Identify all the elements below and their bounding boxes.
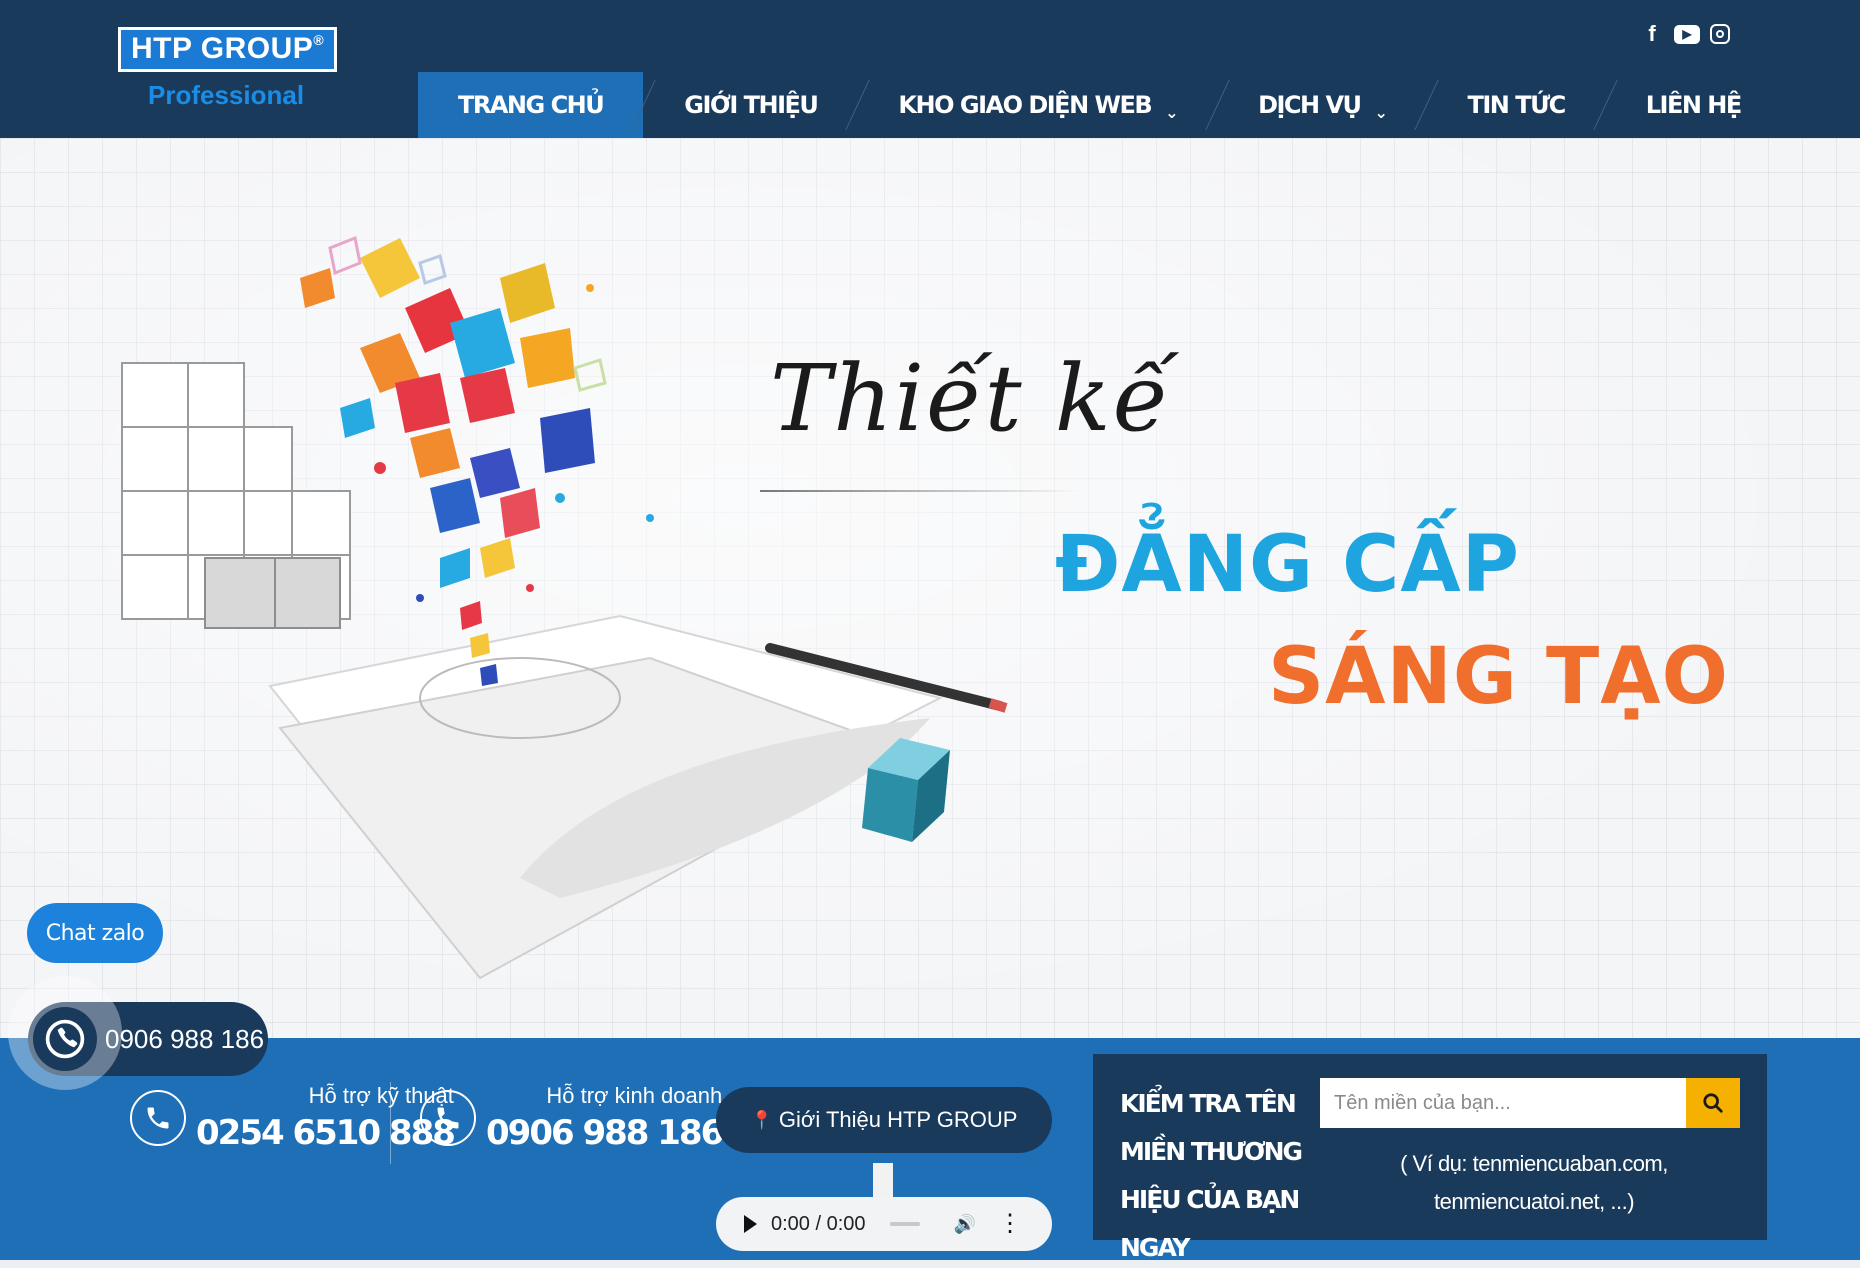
- nav-item-home[interactable]: TRANG CHỦ: [418, 72, 644, 138]
- nav-item-about[interactable]: GIỚI THIỆU: [644, 72, 857, 138]
- search-icon: [1703, 1093, 1723, 1113]
- hero-illustration: [121, 235, 1008, 980]
- youtube-icon[interactable]: ▶: [1674, 24, 1700, 44]
- site-header: HTP GROUP® Professional f ▶ TRANG CHỦ GI…: [0, 0, 1860, 138]
- hero-script-text: Thiết kế: [770, 345, 1172, 452]
- audio-player: 0:00 / 0:00 🔊 ⋮: [716, 1197, 1052, 1251]
- intro-label: Giới Thiệu HTP GROUP: [778, 1107, 1018, 1132]
- support-number[interactable]: 0906 988 186: [486, 1113, 724, 1153]
- chat-zalo-button[interactable]: Chat zalo: [27, 903, 163, 963]
- support-label: Hỗ trợ kỹ thuật: [308, 1083, 454, 1108]
- audio-time: 0:00 / 0:00: [771, 1212, 866, 1235]
- support-number[interactable]: 0254 6510 888: [196, 1113, 456, 1153]
- hero-line2: SÁNG TẠO: [1268, 632, 1729, 722]
- domain-search-input[interactable]: [1320, 1078, 1686, 1128]
- domain-title: KIỂM TRA TÊN MIỀN THƯƠNG HIỆU CỦA BẠN NG…: [1120, 1089, 1303, 1262]
- nav-item-contact[interactable]: LIÊN HỆ: [1606, 72, 1781, 138]
- pin-icon: 📍: [750, 1109, 773, 1130]
- support-sales[interactable]: Hỗ trợ kinh doanh 0906 988 186: [420, 1083, 724, 1153]
- logo-subtitle: Professional: [148, 80, 305, 110]
- logo-brand: HTP GROUP®: [118, 27, 338, 72]
- chevron-down-icon: ⌄: [1165, 102, 1178, 122]
- nav-item-templates[interactable]: KHO GIAO DIỆN WEB ⌄: [858, 72, 1217, 138]
- nav-item-services[interactable]: DỊCH VỤ ⌄: [1218, 72, 1426, 138]
- floating-phone-button[interactable]: 0906 988 186: [8, 976, 268, 1090]
- domain-hint: ( Ví dụ: tenmiencuaban.com, tenmiencuato…: [1400, 1151, 1668, 1214]
- logo[interactable]: HTP GROUP® Professional: [118, 27, 338, 111]
- floating-phone-number: 0906 988 186: [105, 1023, 265, 1054]
- social-links: f ▶: [1640, 22, 1730, 46]
- phone-icon: [420, 1090, 476, 1146]
- support-technical[interactable]: Hỗ trợ kỹ thuật 0254 6510 888: [130, 1083, 456, 1153]
- audio-tab: [873, 1163, 893, 1197]
- divider: [390, 1082, 391, 1164]
- phone-icon: [33, 1007, 97, 1071]
- facebook-icon[interactable]: f: [1640, 22, 1664, 46]
- chevron-down-icon: ⌄: [1374, 102, 1388, 122]
- domain-search-button[interactable]: [1686, 1078, 1740, 1128]
- instagram-icon[interactable]: [1710, 24, 1730, 44]
- intro-button[interactable]: 📍 Giới Thiệu HTP GROUP: [716, 1087, 1052, 1153]
- nav-item-news[interactable]: TIN TỨC: [1427, 72, 1604, 138]
- page-edge: [1860, 0, 1866, 1268]
- bottom-strip: [0, 1260, 1866, 1268]
- hero-underline: [760, 490, 1080, 492]
- play-icon[interactable]: [744, 1215, 757, 1233]
- page: HTP GROUP® Professional f ▶ TRANG CHỦ GI…: [0, 0, 1866, 1268]
- support-label: Hỗ trợ kinh doanh: [546, 1083, 723, 1108]
- hero-line1: ĐẲNG CẤP: [1055, 520, 1520, 610]
- more-options-icon[interactable]: ⋮: [998, 1212, 1022, 1236]
- phone-icon: [130, 1090, 186, 1146]
- main-nav: TRANG CHỦ GIỚI THIỆU KHO GIAO DIỆN WEB ⌄ …: [418, 72, 1781, 138]
- audio-progress[interactable]: [889, 1222, 920, 1226]
- volume-icon[interactable]: 🔊: [954, 1214, 976, 1235]
